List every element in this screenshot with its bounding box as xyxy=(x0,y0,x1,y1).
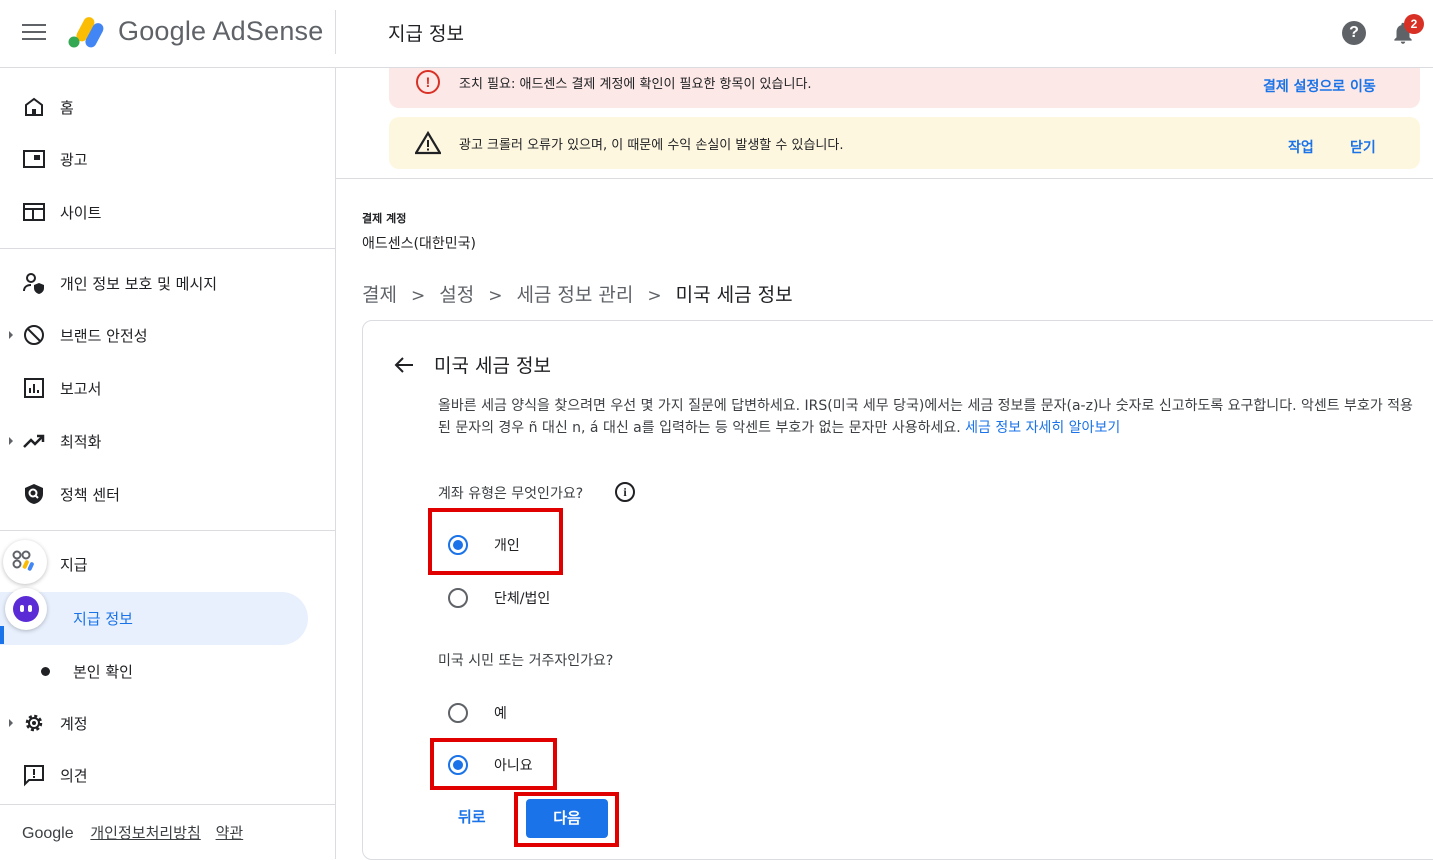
radio-label: 단체/법인 xyxy=(494,591,551,607)
sidebar-item-label: 브랜드 안전성 xyxy=(60,327,148,345)
highlight-box xyxy=(430,738,557,790)
warning-alert-text: 광고 크롤러 오류가 있으며, 이 때문에 수익 손실이 발생할 수 있습니다. xyxy=(459,138,844,153)
expand-caret-icon[interactable] xyxy=(9,331,13,339)
sidebar-item-brand-safety[interactable]: 브랜드 안전성 xyxy=(0,312,336,358)
sidebar-item-optimization[interactable]: 최적화 xyxy=(0,418,336,464)
action-link[interactable]: 작업 xyxy=(1288,137,1314,157)
learn-more-link[interactable]: 세금 정보 자세히 알아보기 xyxy=(965,420,1120,436)
error-alert-text: 조치 필요: 애드센스 결제 계정에 확인이 필요한 항목이 있습니다. xyxy=(459,77,812,92)
sidebar-nav: 홈 광고 사이트 개인 정보 보호 및 메시지 브랜드 안전성 보고서 최적화 … xyxy=(0,68,336,859)
gear-icon xyxy=(25,714,43,732)
app-logo-text: Google AdSense xyxy=(118,16,324,46)
nav-divider xyxy=(0,248,336,249)
home-icon xyxy=(25,97,43,116)
sidebar-item-account[interactable]: 계정 xyxy=(0,700,336,746)
notification-badge: 2 xyxy=(1404,14,1424,34)
sidebar-item-label: 홈 xyxy=(60,99,74,117)
footer-brand: Google xyxy=(22,825,74,842)
account-type-question: 계좌 유형은 무엇인가요? xyxy=(438,486,584,502)
breadcrumb-item[interactable]: 세금 정보 관리 xyxy=(516,284,633,306)
sidebar-item-label: 정책 센터 xyxy=(60,486,120,504)
sidebar-item-reports[interactable]: 보고서 xyxy=(0,365,336,411)
expand-caret-icon[interactable] xyxy=(9,437,13,445)
breadcrumb-current: 미국 세금 정보 xyxy=(675,284,793,306)
page-title: 지급 정보 xyxy=(388,23,464,45)
active-indicator xyxy=(0,626,4,644)
card-title: 미국 세금 정보 xyxy=(434,355,551,377)
highlight-box xyxy=(428,508,563,575)
error-icon: ! xyxy=(416,70,440,94)
sites-icon xyxy=(23,203,45,221)
warning-icon xyxy=(415,131,441,155)
privacy-icon xyxy=(23,273,44,294)
feedback-icon xyxy=(24,765,44,787)
card-description: 올바른 세금 양식을 찾으려면 우선 몇 가지 질문에 답변하세요. IRS(미… xyxy=(438,395,1413,439)
block-icon xyxy=(24,325,44,345)
sidebar-item-label: 광고 xyxy=(60,151,88,169)
breadcrumb: 결제 > 설정 > 세금 정보 관리 > 미국 세금 정보 xyxy=(362,280,793,307)
back-arrow-icon[interactable] xyxy=(392,353,416,377)
help-icon[interactable]: ? xyxy=(1342,21,1366,45)
content-divider xyxy=(336,178,1433,179)
go-to-billing-settings-link[interactable]: 결제 설정으로 이동 xyxy=(1263,76,1376,96)
sidebar-item-payments[interactable]: 지급 xyxy=(0,541,336,587)
sidebar-item-label: 보고서 xyxy=(60,380,102,398)
error-alert: ! 조치 필요: 애드센스 결제 계정에 확인이 필요한 항목이 있습니다. 결… xyxy=(389,68,1420,108)
bullet-icon xyxy=(41,667,50,676)
ads-icon xyxy=(23,150,45,168)
sidebar-item-label: 의견 xyxy=(60,767,88,785)
sidebar-item-identity-verification[interactable]: 본인 확인 xyxy=(0,648,336,694)
menu-icon[interactable] xyxy=(22,24,46,42)
sidebar-item-policy-center[interactable]: 정책 센터 xyxy=(0,471,336,517)
chevron-right-icon: > xyxy=(488,286,503,306)
sidebar-item-ads[interactable]: 광고 xyxy=(0,136,336,182)
sidebar-item-label: 본인 확인 xyxy=(73,663,133,681)
billing-account-label: 결제 계정 xyxy=(362,212,407,225)
adsense-logo-icon xyxy=(68,17,104,48)
sidebar-item-feedback[interactable]: 의견 xyxy=(0,752,336,798)
top-divider xyxy=(335,10,336,54)
trending-icon xyxy=(23,434,45,448)
sidebar-item-payment-info[interactable]: 지급 정보 xyxy=(0,592,308,645)
breadcrumb-item[interactable]: 설정 xyxy=(439,284,474,306)
sidebar-item-home[interactable]: 홈 xyxy=(0,84,336,130)
sidebar-item-privacy[interactable]: 개인 정보 보호 및 메시지 xyxy=(0,260,336,306)
sidebar-item-label: 지급 정보 xyxy=(73,610,133,628)
radio-entity[interactable] xyxy=(448,588,468,608)
warning-alert: 광고 크롤러 오류가 있으며, 이 때문에 수익 손실이 발생할 수 있습니다.… xyxy=(389,117,1420,169)
terms-link[interactable]: 약관 xyxy=(216,824,244,842)
nav-divider xyxy=(0,530,336,531)
nav-divider xyxy=(0,804,336,805)
sidebar-item-label: 개인 정보 보호 및 메시지 xyxy=(60,275,218,293)
reports-icon xyxy=(24,378,44,398)
apps-launcher-icon[interactable] xyxy=(3,540,47,584)
chevron-right-icon: > xyxy=(410,286,426,306)
sidebar-item-label: 지급 xyxy=(60,556,88,574)
privacy-policy-link[interactable]: 개인정보처리방침 xyxy=(90,824,200,842)
radio-yes[interactable] xyxy=(448,703,468,723)
expand-caret-icon[interactable] xyxy=(9,719,13,727)
chevron-right-icon: > xyxy=(647,286,662,306)
billing-account-value: 애드센스(대한민국) xyxy=(362,236,476,252)
sidebar-footer: Google 개인정보처리방침 약관 xyxy=(22,822,253,843)
top-app-bar: Google AdSense 지급 정보 ? 2 xyxy=(0,0,1433,68)
dismiss-link[interactable]: 닫기 xyxy=(1350,137,1376,157)
sidebar-item-label: 계정 xyxy=(60,715,88,733)
info-icon[interactable]: i xyxy=(615,482,635,502)
assistant-bot-icon[interactable] xyxy=(5,588,47,630)
policy-shield-icon xyxy=(25,484,43,504)
back-button[interactable]: 뒤로 xyxy=(458,806,486,827)
sidebar-item-label: 최적화 xyxy=(60,433,102,451)
breadcrumb-item[interactable]: 결제 xyxy=(362,284,397,306)
sidebar-item-label: 사이트 xyxy=(60,204,102,222)
sidebar-item-sites[interactable]: 사이트 xyxy=(0,189,336,235)
highlight-box xyxy=(514,792,619,847)
radio-label: 예 xyxy=(494,706,507,722)
us-citizen-question: 미국 시민 또는 거주자인가요? xyxy=(438,653,614,669)
description-text: 올바른 세금 양식을 찾으려면 우선 몇 가지 질문에 답변하세요. IRS(미… xyxy=(438,398,1413,436)
